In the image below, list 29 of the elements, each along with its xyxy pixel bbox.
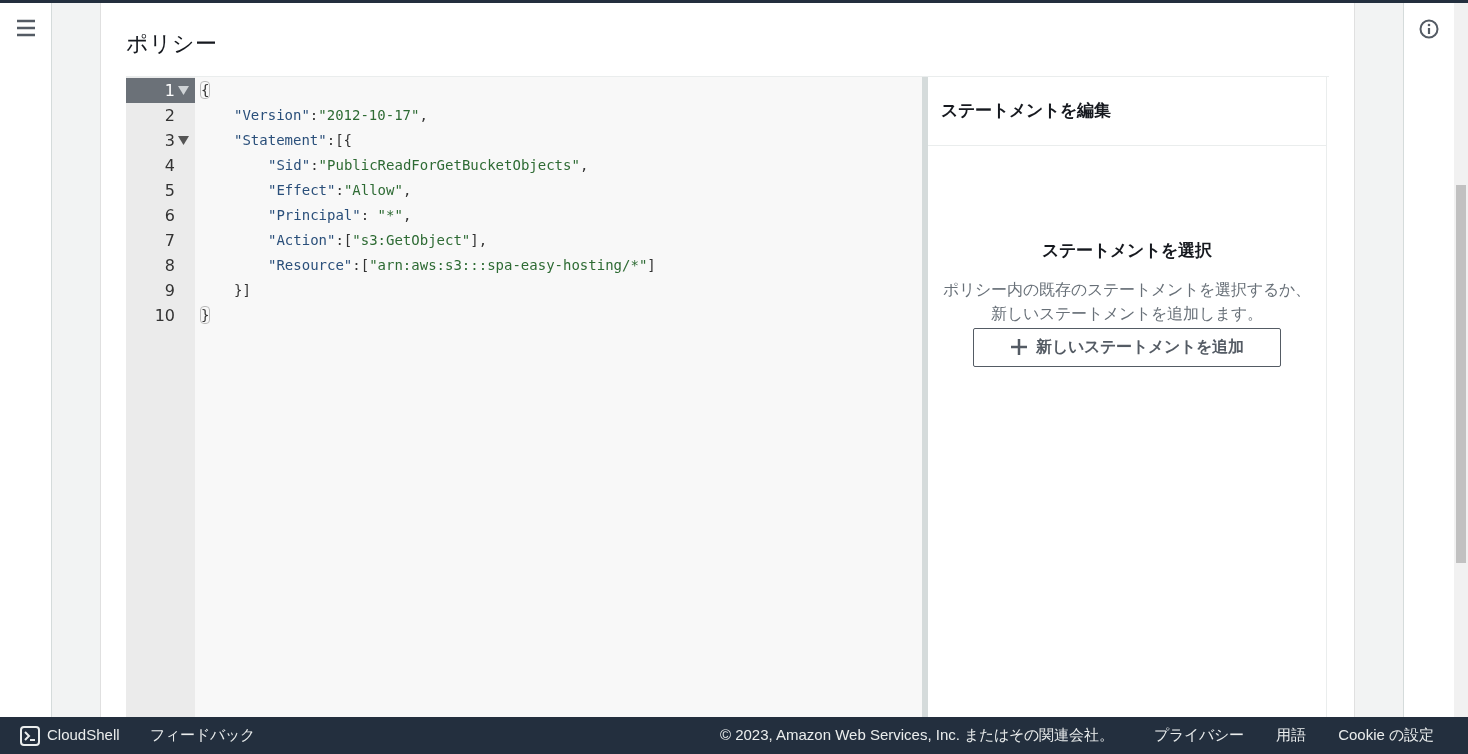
- feedback-link[interactable]: フィードバック: [149, 724, 255, 747]
- code-line: "Resource":["arn:aws:s3:::spa-easy-hosting/*"]: [268, 256, 656, 275]
- scrollbar-thumb[interactable]: [1456, 185, 1466, 563]
- fold-triangle-icon[interactable]: [177, 86, 189, 95]
- code-line: {: [200, 80, 211, 101]
- footer-link[interactable]: 用語: [1276, 724, 1307, 747]
- plus-icon: [1010, 338, 1028, 356]
- terminal-icon: [20, 725, 40, 746]
- empty-state-text: ポリシー内の既存のステートメントを選択するか、新しいステートメントを追加します。: [942, 279, 1312, 324]
- code-line: "Principal": "*",: [268, 206, 412, 225]
- panel-title: ステートメントを編集: [941, 100, 1111, 123]
- cloudshell-button[interactable]: CloudShell: [20, 724, 120, 747]
- line-number: 1: [126, 78, 195, 103]
- info-icon[interactable]: [1419, 19, 1439, 39]
- menu-icon[interactable]: [15, 19, 36, 37]
- code-line: "Sid":"PublicReadForGetBucketObjects",: [268, 156, 589, 175]
- footer-link[interactable]: プライバシー: [1154, 724, 1245, 747]
- footer-link[interactable]: Cookie の設定: [1338, 724, 1434, 747]
- add-statement-button[interactable]: 新しいステートメントを追加: [973, 327, 1281, 367]
- code-line: "Effect":"Allow",: [268, 181, 412, 200]
- empty-state-title: ステートメントを選択: [1042, 240, 1212, 262]
- code-line: }: [200, 305, 211, 326]
- code-line: "Version":"2012-10-17",: [234, 106, 428, 125]
- copyright-text: © 2023, Amazon Web Services, Inc. またはその関連会社。: [719, 725, 1115, 746]
- code-line: "Action":["s3:GetObject"],: [268, 231, 488, 250]
- section-title: ポリシー: [126, 30, 218, 58]
- fold-triangle-icon[interactable]: [177, 136, 189, 145]
- code-line: "Statement":[{: [234, 131, 352, 150]
- code-line: }]: [234, 281, 251, 300]
